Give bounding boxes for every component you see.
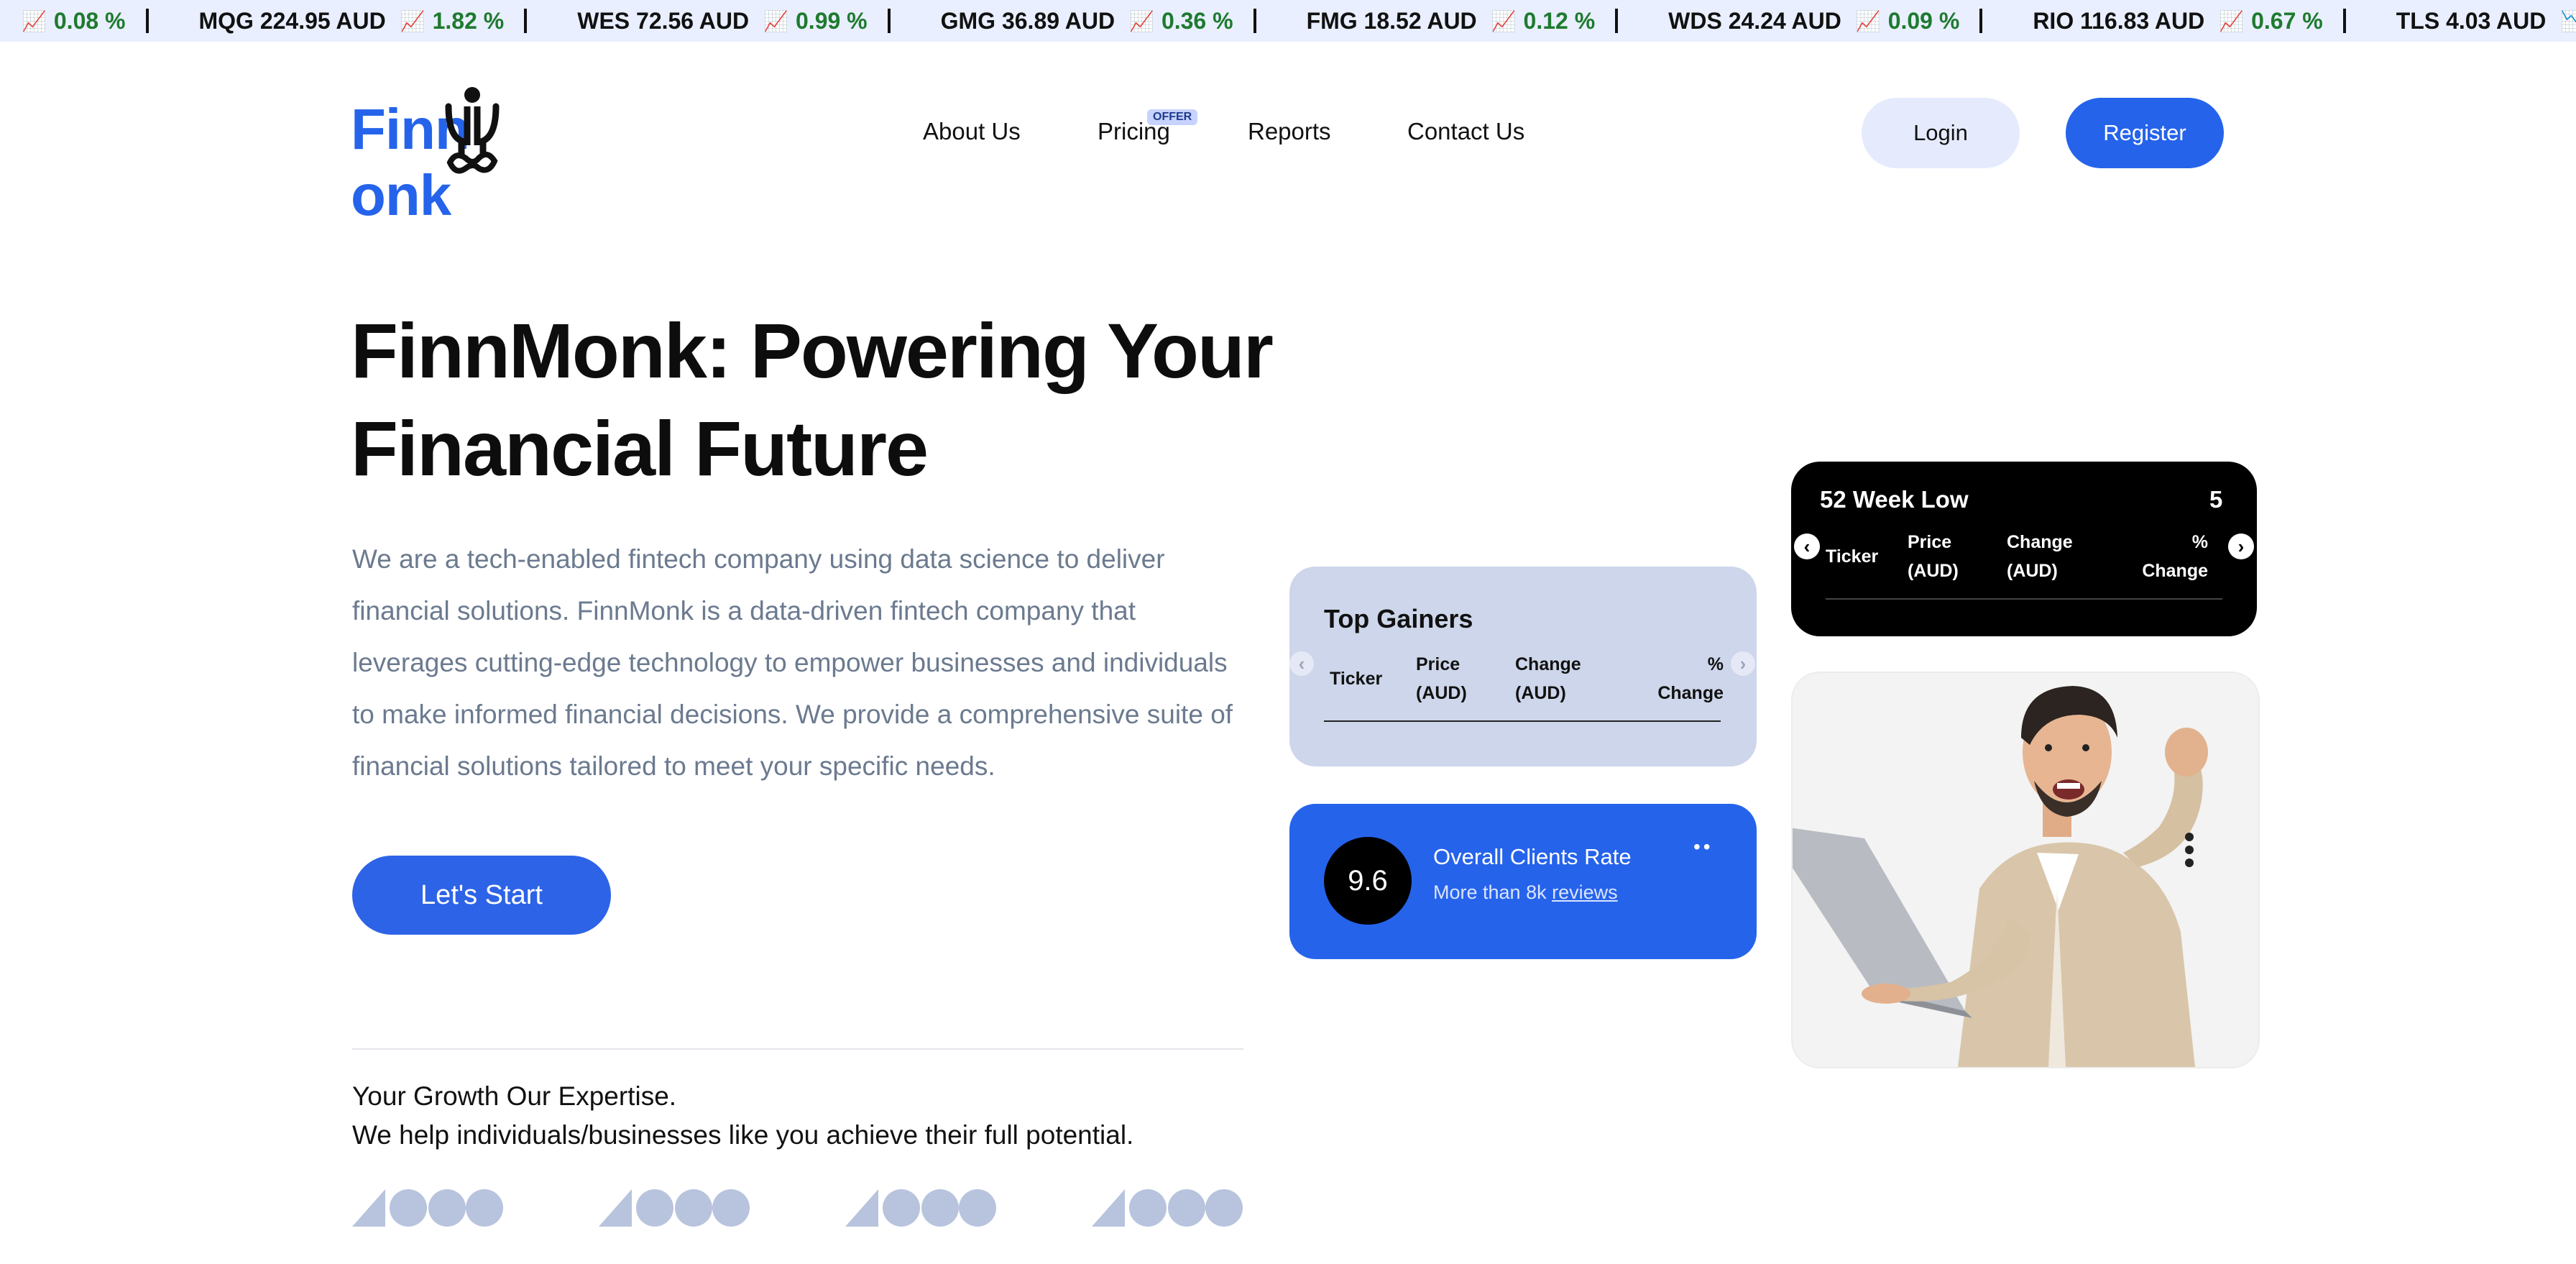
ticker-separator [145,9,149,33]
partner-logo-placeholder-icon [845,1189,996,1227]
next-arrow-icon[interactable]: › [1731,651,1755,676]
reviews-link[interactable]: reviews [1552,881,1618,903]
nav-contact-us[interactable]: Contact Us [1407,118,1524,145]
column-header-change: Change (AUD) [1515,654,1581,703]
section-divider [352,1048,1243,1050]
table-header-rule [1324,720,1721,722]
trend-down-chart-icon: 📉 [2560,9,2576,32]
offer-badge: OFFER [1147,109,1198,125]
ticker-separator [1979,9,1983,33]
column-header-price: Price (AUD) [1416,654,1467,703]
growth-title: Your Growth Our Expertise. [352,1081,677,1111]
ticker-symbol-price: WDS 24.24 AUD [1668,7,1841,34]
ticker-item: MQG 224.95 AUD 📈 1.82 % [175,8,553,35]
ticker-percent-change: 0.09 % [1887,7,1960,34]
top-gainers-title: Top Gainers [1324,604,1473,633]
ticker-item: TLS 4.03 AUD📉-0.01 % [2372,8,2576,35]
hero-photo-card [1791,672,2260,1068]
prev-arrow-icon[interactable]: ‹ [1289,651,1314,676]
week-low-title-next-slide: 5 [2209,486,2223,513]
next-arrow-icon[interactable]: › [2228,533,2254,559]
ticker-item: FMG 18.52 AUD 📈 0.12 % [1282,8,1644,35]
top-gainers-card: Top Gainers ‹ › Ticker Price (AUD) Chang… [1289,567,1757,766]
trend-up-chart-icon: 📈 [1129,9,1154,32]
ticker-symbol-price: WES 72.56 AUD [577,7,750,34]
finnmonk-logo[interactable]: Finnonk [351,85,588,227]
ticker-separator [1615,9,1619,33]
column-header-pct-change: % Change [1657,654,1724,703]
ticker-percent-change: 0.67 % [2251,7,2323,34]
lets-start-button[interactable]: Let's Start [352,856,611,935]
nav-reports[interactable]: Reports [1248,118,1331,145]
column-header-pct-change: % Change [2142,532,2208,581]
trend-up-chart-icon: 📈 [1855,9,1881,32]
monk-figure-icon [445,87,500,174]
ticker-item: RIO 116.83 AUD 📈 0.67 % [2008,8,2371,35]
growth-subtitle: We help individuals/businesses like you … [352,1120,1134,1150]
stock-ticker-bar: 📈 0.08 % MQG 224.95 AUD 📈 1.82 % WES 72.56 AU… [0,0,2576,42]
ticker-symbol-price: MQG 224.95 AUD [198,7,386,34]
ticker-item: WES 72.56 AUD 📈 0.99 % [553,8,916,35]
ticker-separator [2342,9,2346,33]
partner-logo-placeholder-icon [1092,1189,1243,1227]
column-header-ticker: Ticker [1330,669,1383,689]
ticker-separator [887,9,891,33]
partner-logo-placeholder-icon [352,1189,503,1227]
happy-man-with-laptop-image [1793,686,2208,1067]
prev-arrow-icon[interactable]: ‹ [1794,533,1820,559]
rating-score: 9.6 [1324,837,1412,925]
rating-subtitle: More than 8k reviews [1433,881,1618,903]
trend-up-chart-icon: 📈 [763,9,788,32]
ticker-symbol-price: FMG 18.52 AUD [1306,7,1477,34]
hero-description: We are a tech-enabled fintech company us… [352,544,1233,781]
ticker-percent-change: 0.12 % [1523,7,1596,34]
ticker-item: WDS 24.24 AUD 📈 0.09 % [1644,8,2008,35]
ticker-separator [524,9,528,33]
ticker-percent-change: 0.36 % [1161,7,1233,34]
partner-logo-placeholder-icon [599,1189,750,1227]
week-low-title: 52 Week Low [1820,486,1969,513]
hero-title-line-2: Financial Future [351,405,929,492]
trend-up-chart-icon: 📈 [400,9,426,32]
trend-up-chart-icon: 📈 [22,9,47,32]
nav-about-us[interactable]: About Us [923,118,1021,145]
trend-up-chart-icon: 📈 [1491,9,1517,32]
ticker-percent-change: 0.99 % [796,7,868,34]
ticker-track: 📈 0.08 % MQG 224.95 AUD 📈 1.82 % WES 72.56 AU… [0,0,2576,42]
column-header-price: Price (AUD) [1908,532,1959,581]
column-header-ticker: Ticker [1826,546,1879,567]
table-header-rule [1826,598,2222,600]
ticker-item: 📈 0.08 % [0,8,175,35]
ticker-symbol-price: GMG 36.89 AUD [940,7,1116,34]
hero-title-line-1: FinnMonk: Powering Your [351,307,1274,394]
column-header-change: Change (AUD) [2007,532,2073,581]
ticker-symbol-price: RIO 116.83 AUD [2033,7,2205,34]
ticker-symbol-price: TLS 4.03 AUD [2396,7,2547,34]
hero-title: FinnMonk: Powering Your Financial Future [351,302,1285,498]
trend-up-chart-icon: 📈 [2219,9,2245,32]
week-low-card: 52 Week Low 5 ‹ › Ticker Price (AUD) Cha… [1791,462,2257,636]
ticker-separator [1253,9,1256,33]
more-dots-icon[interactable]: •• [1693,835,1714,858]
client-rating-card: 9.6 Overall Clients Rate More than 8k re… [1289,804,1757,959]
ticker-percent-change: 0.08 % [53,7,126,34]
register-button[interactable]: Register [2066,98,2224,168]
rating-title: Overall Clients Rate [1433,844,1632,869]
ticker-item: GMG 36.89 AUD 📈 0.36 % [916,8,1282,35]
ticker-percent-change: 1.82 % [432,7,505,34]
login-button[interactable]: Login [1862,98,2020,168]
